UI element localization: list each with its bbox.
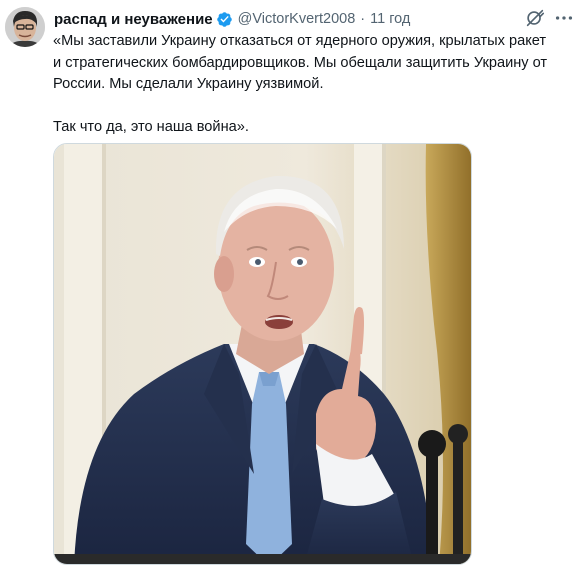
display-name[interactable]: распад и неуважение — [54, 11, 213, 28]
tweet-line: России. Мы сделали Украину уязвимой. — [53, 76, 324, 92]
verified-badge-icon — [216, 11, 233, 28]
tweet-line: Так что да, это наша война». — [53, 119, 249, 135]
user-handle[interactable]: @VictorKvert2008 — [238, 11, 356, 27]
tweet: распад и неуважение @VictorKvert2008 · 1… — [0, 0, 576, 565]
tweet-line: «Мы заставили Украину отказаться от ядер… — [53, 33, 547, 49]
tweet-line: и стратегических бомбардировщиков. Мы об… — [53, 54, 548, 71]
tweet-header: распад и неуважение @VictorKvert2008 · 1… — [54, 9, 410, 29]
more-icon[interactable] — [553, 7, 575, 29]
tweet-text: «Мы заставили Украину отказаться от ядер… — [53, 31, 573, 139]
tweet-photo[interactable] — [53, 143, 472, 565]
grok-icon[interactable] — [524, 7, 546, 29]
timestamp[interactable]: 11 год — [370, 11, 410, 27]
separator-dot: · — [360, 11, 366, 27]
avatar[interactable] — [5, 7, 45, 47]
